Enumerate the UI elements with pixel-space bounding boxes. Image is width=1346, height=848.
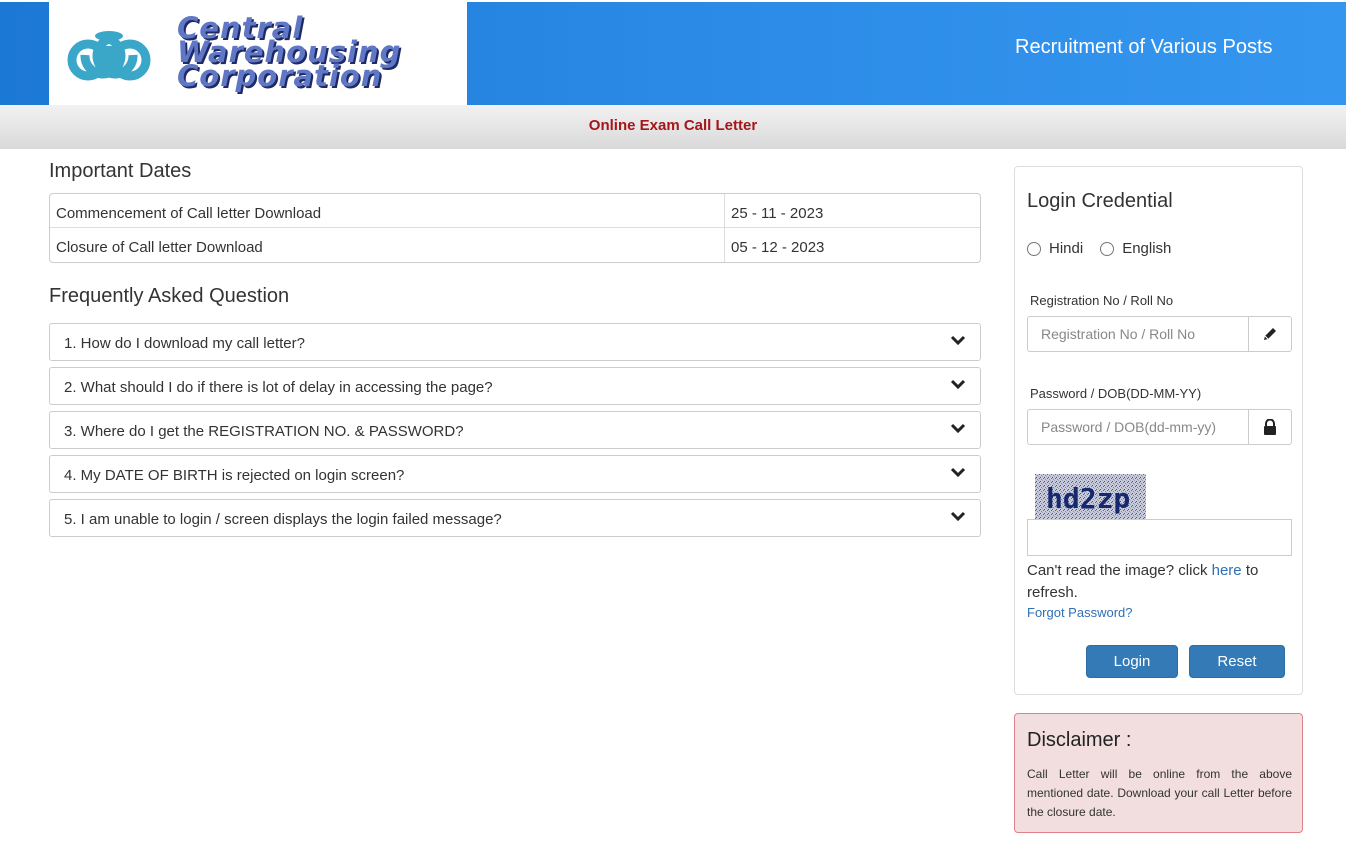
hindi-radio[interactable] <box>1027 241 1041 256</box>
faq-item-5[interactable]: 5. I am unable to login / screen display… <box>49 499 981 537</box>
hindi-label: Hindi <box>1049 240 1084 257</box>
faq-question: 4. My DATE OF BIRTH is rejected on login… <box>64 467 405 484</box>
disclaimer-title: Disclaimer : <box>1027 729 1132 751</box>
faq-item-4[interactable]: 4. My DATE OF BIRTH is rejected on login… <box>49 455 981 493</box>
logo: Central Warehousing Corporation <box>49 2 467 105</box>
english-radio[interactable] <box>1100 241 1115 256</box>
login-panel: Login Credential Hindi English Registrat… <box>1014 166 1303 695</box>
pencil-icon <box>1248 317 1291 351</box>
faq-heading: Frequently Asked Question <box>49 285 290 307</box>
table-row: Commencement of Call letter Download 25 … <box>50 194 980 228</box>
login-button[interactable]: Login <box>1086 645 1178 678</box>
login-title: Login Credential <box>1027 190 1173 212</box>
registration-input[interactable] <box>1028 317 1248 351</box>
date-label: Commencement of Call letter Download <box>50 194 725 227</box>
lock-icon <box>1248 410 1291 444</box>
faq-question: 1. How do I download my call letter? <box>64 335 305 352</box>
header-title: Recruitment of Various Posts <box>1015 36 1273 58</box>
chevron-down-icon <box>950 335 966 346</box>
forgot-password-link[interactable]: Forgot Password? <box>1027 605 1133 620</box>
faq-question: 5. I am unable to login / screen display… <box>64 511 502 528</box>
refresh-captcha-link[interactable]: here <box>1212 562 1242 579</box>
english-label: English <box>1122 240 1172 257</box>
important-dates-table: Commencement of Call letter Download 25 … <box>49 193 981 263</box>
disclaimer-text: Call Letter will be online from the abov… <box>1027 767 1292 819</box>
important-dates-heading: Important Dates <box>49 160 192 182</box>
registration-field-group <box>1027 316 1292 352</box>
faq-item-2[interactable]: 2. What should I do if there is lot of d… <box>49 367 981 405</box>
page-subtitle: Online Exam Call Letter <box>588 117 758 134</box>
table-row: Closure of Call letter Download 05 - 12 … <box>50 228 980 262</box>
chevron-down-icon <box>950 511 966 522</box>
password-label: Password / DOB(DD-MM-YY) <box>1030 386 1202 401</box>
faq-item-1[interactable]: 1. How do I download my call letter? <box>49 323 981 361</box>
language-selector: Hindi English <box>1027 240 1188 257</box>
chevron-down-icon <box>950 379 966 390</box>
disclaimer-box: Disclaimer : Call Letter will be online … <box>1014 713 1303 833</box>
date-value: 25 - 11 - 2023 <box>731 205 824 222</box>
reset-button[interactable]: Reset <box>1189 645 1285 678</box>
refresh-hint: Can't read the image? click here to refr… <box>1027 562 1259 601</box>
captcha-image: hd2zp <box>1035 474 1146 519</box>
chevron-down-icon <box>950 467 966 478</box>
page-subtitle-bar: Online Exam Call Letter <box>0 105 1346 149</box>
faq-question: 3. Where do I get the REGISTRATION NO. &… <box>64 423 464 440</box>
site-header: Central Warehousing Corporation Recruitm… <box>0 2 1346 105</box>
captcha-text: hd2zp <box>1046 482 1130 515</box>
password-input[interactable] <box>1028 410 1248 444</box>
registration-label: Registration No / Roll No <box>1030 293 1174 308</box>
org-name: Central Warehousing Corporation <box>177 11 402 93</box>
password-field-group <box>1027 409 1292 445</box>
date-label: Closure of Call letter Download <box>50 228 725 262</box>
faq-question: 2. What should I do if there is lot of d… <box>64 379 493 396</box>
faq-item-3[interactable]: 3. Where do I get the REGISTRATION NO. &… <box>49 411 981 449</box>
date-value: 05 - 12 - 2023 <box>731 239 825 256</box>
cwc-emblem-icon <box>67 31 151 81</box>
chevron-down-icon <box>950 423 966 434</box>
captcha-input[interactable] <box>1027 519 1292 556</box>
